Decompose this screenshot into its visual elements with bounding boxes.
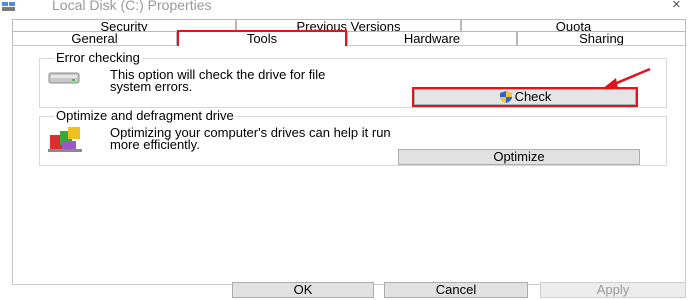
title-bar: Local Disk (C:) Properties × [0, 0, 700, 18]
tab-hardware[interactable]: Hardware [347, 31, 517, 46]
optimize-group: Optimize and defragment drive Optimizing… [39, 108, 667, 166]
apply-button[interactable]: Apply [540, 282, 686, 298]
tab-tools[interactable]: Tools [177, 30, 347, 46]
annotation-arrow-icon [602, 67, 651, 89]
uac-shield-icon [499, 91, 512, 103]
error-checking-title: Error checking [54, 50, 142, 65]
close-icon[interactable]: × [672, 0, 681, 13]
error-checking-description-line2: system errors. [110, 79, 193, 94]
optimize-button[interactable]: Optimize [398, 149, 640, 165]
optimize-description-line2: more efficiently. [110, 137, 200, 152]
hard-drive-icon [48, 72, 80, 84]
cancel-button[interactable]: Cancel [384, 282, 528, 298]
tools-tab-panel: Error checking This option will check th… [12, 45, 686, 285]
defragment-icon [48, 127, 82, 152]
tab-sharing[interactable]: Sharing [517, 31, 686, 46]
check-button-label: Check [514, 89, 552, 104]
dialog-footer: OK Cancel Apply [0, 281, 700, 300]
drive-window-icon [2, 2, 15, 11]
error-checking-group: Error checking This option will check th… [39, 50, 667, 108]
optimize-title: Optimize and defragment drive [54, 108, 236, 123]
window-title: Local Disk (C:) Properties [52, 0, 212, 13]
tab-general[interactable]: General [12, 31, 177, 46]
tab-row-front: General Tools Hardware Sharing [12, 30, 686, 46]
ok-button[interactable]: OK [232, 282, 374, 298]
